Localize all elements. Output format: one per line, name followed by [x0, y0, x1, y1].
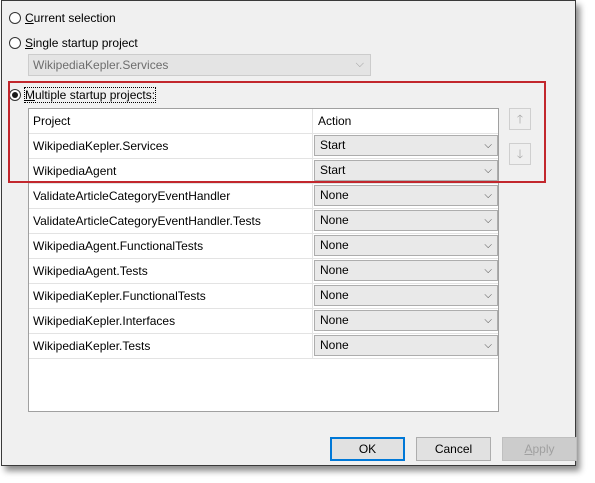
arrow-up-icon: 🡑: [516, 112, 524, 126]
startup-projects-dialog: Current selection Single startup project…: [1, 0, 577, 466]
chevron-down-icon: ⌵: [484, 140, 492, 151]
action-cell: Start ⌵: [313, 159, 498, 183]
move-up-button[interactable]: 🡑: [509, 108, 531, 130]
chevron-down-icon: ⌵: [355, 58, 364, 70]
action-cell: None ⌵: [313, 284, 498, 308]
apply-button[interactable]: Apply: [502, 437, 577, 461]
cancel-button[interactable]: Cancel: [416, 437, 491, 461]
table-row: WikipediaKepler.Services Start ⌵: [29, 134, 498, 159]
single-startup-text: ingle startup project: [33, 36, 138, 50]
single-startup-accel: S: [25, 36, 34, 50]
action-cell: None ⌵: [313, 184, 498, 208]
move-down-button[interactable]: 🡓: [509, 143, 531, 165]
action-value: None: [320, 338, 349, 352]
action-dropdown[interactable]: None ⌵: [314, 210, 498, 231]
action-dropdown[interactable]: None ⌵: [314, 285, 498, 306]
action-cell: Start ⌵: [313, 134, 498, 158]
table-row: ValidateArticleCategoryEventHandler None ⌵: [29, 184, 498, 209]
apply-accel: A: [524, 442, 533, 456]
chevron-down-icon: ⌵: [484, 315, 492, 326]
action-cell: None ⌵: [313, 309, 498, 333]
multiple-startup-label[interactable]: Multiple startup projects:: [23, 87, 157, 103]
action-dropdown[interactable]: None ⌵: [314, 235, 498, 256]
multiple-startup-radio[interactable]: [9, 89, 21, 101]
chevron-down-icon: ⌵: [484, 165, 492, 176]
action-value: None: [320, 313, 349, 327]
action-dropdown[interactable]: Start ⌵: [314, 135, 498, 156]
action-value: None: [320, 263, 349, 277]
action-cell: None ⌵: [313, 209, 498, 233]
current-selection-label[interactable]: Current selection: [25, 11, 116, 25]
current-selection-radio[interactable]: [9, 12, 21, 24]
action-dropdown[interactable]: None ⌵: [314, 335, 498, 356]
project-column-header[interactable]: Project: [29, 109, 313, 133]
multiple-startup-text: ultiple startup projects:: [35, 88, 156, 102]
chevron-down-icon: ⌵: [484, 290, 492, 301]
single-startup-radio[interactable]: [9, 37, 21, 49]
multiple-startup-option[interactable]: Multiple startup projects:: [9, 86, 157, 104]
single-startup-option[interactable]: Single startup project: [9, 34, 138, 52]
table-row: ValidateArticleCategoryEventHandler.Test…: [29, 209, 498, 234]
chevron-down-icon: ⌵: [484, 265, 492, 276]
action-value: Start: [320, 138, 346, 152]
table-row: WikipediaAgent Start ⌵: [29, 159, 498, 184]
table-row: WikipediaKepler.Tests None ⌵: [29, 334, 498, 359]
table-row: WikipediaAgent.FunctionalTests None ⌵: [29, 234, 498, 259]
action-value: None: [320, 288, 349, 302]
action-dropdown[interactable]: Start ⌵: [314, 160, 498, 181]
action-column-header-label: Action: [318, 114, 352, 128]
single-startup-label[interactable]: Single startup project: [25, 36, 138, 50]
action-dropdown[interactable]: None ⌵: [314, 260, 498, 281]
action-cell: None ⌵: [313, 334, 498, 358]
grid-header-row: Project Action: [29, 109, 498, 134]
project-name-cell: WikipediaKepler.Services: [29, 134, 313, 158]
project-name-cell: ValidateArticleCategoryEventHandler.Test…: [29, 209, 313, 233]
action-value: Start: [320, 163, 346, 177]
single-startup-project-combo: WikipediaKepler.Services ⌵: [28, 54, 371, 76]
project-name-cell: WikipediaKepler.FunctionalTests: [29, 284, 313, 308]
chevron-down-icon: ⌵: [484, 240, 492, 251]
chevron-down-icon: ⌵: [484, 190, 492, 201]
chevron-down-icon: ⌵: [484, 340, 492, 351]
current-selection-text: urrent selection: [33, 11, 116, 25]
action-column-header[interactable]: Action: [313, 109, 498, 133]
project-name-cell: WikipediaKepler.Tests: [29, 334, 313, 358]
action-cell: None ⌵: [313, 234, 498, 258]
current-selection-accel: C: [25, 11, 34, 25]
action-value: None: [320, 188, 349, 202]
table-row: WikipediaKepler.Interfaces None ⌵: [29, 309, 498, 334]
project-name-cell: ValidateArticleCategoryEventHandler: [29, 184, 313, 208]
startup-projects-grid: Project Action WikipediaKepler.Services S…: [28, 108, 499, 412]
action-dropdown[interactable]: None ⌵: [314, 310, 498, 331]
action-value: None: [320, 213, 349, 227]
action-cell: None ⌵: [313, 259, 498, 283]
chevron-down-icon: ⌵: [484, 215, 492, 226]
current-selection-option[interactable]: Current selection: [9, 9, 116, 27]
multiple-startup-accel: M: [25, 88, 35, 102]
apply-text: pply: [532, 442, 555, 456]
project-name-cell: WikipediaAgent.Tests: [29, 259, 313, 283]
action-dropdown[interactable]: None ⌵: [314, 185, 498, 206]
table-row: WikipediaAgent.Tests None ⌵: [29, 259, 498, 284]
project-name-cell: WikipediaKepler.Interfaces: [29, 309, 313, 333]
single-startup-project-value: WikipediaKepler.Services: [33, 58, 169, 72]
action-value: None: [320, 238, 349, 252]
project-name-cell: WikipediaAgent.FunctionalTests: [29, 234, 313, 258]
arrow-down-icon: 🡓: [516, 147, 524, 161]
ok-button[interactable]: OK: [330, 437, 405, 461]
table-row: WikipediaKepler.FunctionalTests None ⌵: [29, 284, 498, 309]
project-name-cell: WikipediaAgent: [29, 159, 313, 183]
